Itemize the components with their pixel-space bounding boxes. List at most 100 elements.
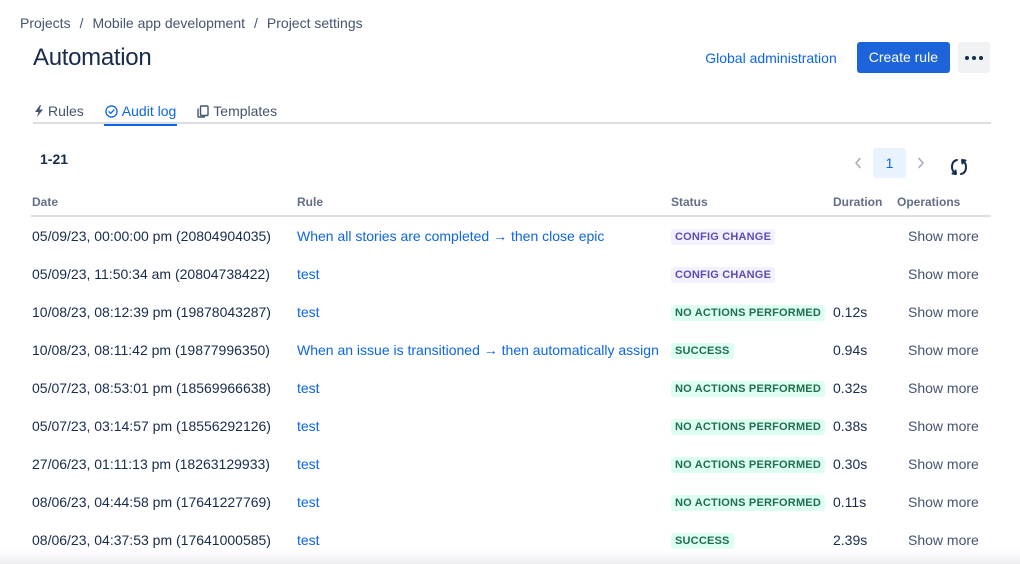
cell-rule: test (297, 456, 671, 472)
show-more-link[interactable]: Show more (897, 532, 991, 548)
cell-duration: 0.12s (833, 304, 868, 320)
show-more-link[interactable]: Show more (897, 456, 991, 472)
cell-duration: 0.11s (833, 494, 867, 510)
column-header-status[interactable]: Status (671, 195, 833, 209)
rule-link[interactable]: test (297, 304, 320, 320)
cell-duration: 0.38s (833, 418, 868, 434)
refresh-icon (950, 159, 968, 175)
status-badge: NO ACTIONS PERFORMED (671, 305, 825, 321)
cell-rule: test (297, 380, 671, 396)
cell-status: NO ACTIONS PERFORMED (671, 455, 833, 473)
show-more-link[interactable]: Show more (897, 494, 991, 510)
rule-link[interactable]: test (297, 380, 320, 396)
cell-rule: test (297, 304, 671, 320)
table-row: 10/08/23, 08:12:39 pm (19878043287) test N… (31, 293, 991, 331)
chevron-right-icon (918, 157, 924, 169)
status-badge: NO ACTIONS PERFORMED (671, 495, 825, 511)
table-header: Date Rule Status Duration Operations (31, 188, 991, 217)
result-range: 1-21 (40, 151, 69, 167)
cell-status: NO ACTIONS PERFORMED (671, 493, 833, 511)
show-more-link[interactable]: Show more (897, 266, 991, 282)
cell-date: 05/07/23, 03:14:57 pm (18556292126) (32, 418, 271, 434)
status-badge: SUCCESS (671, 343, 734, 359)
create-rule-button[interactable]: Create rule (856, 42, 950, 73)
tab-rules[interactable]: Rules (33, 98, 85, 124)
header-actions: Global administration Create rule (705, 42, 990, 73)
chevron-left-icon (855, 157, 861, 169)
cell-duration: 0.94s (833, 342, 868, 358)
cell-date: 27/06/23, 01:11:13 pm (18263129933) (32, 456, 270, 472)
show-more-link[interactable]: Show more (897, 380, 991, 396)
table-row: 05/09/23, 11:50:34 am (20804738422) test C… (31, 255, 991, 293)
cell-status: SUCCESS (671, 341, 833, 359)
cell-duration: 0.32s (833, 380, 868, 396)
cell-duration: 0.30s (833, 456, 868, 472)
rule-link[interactable]: test (297, 266, 320, 282)
cell-date: 10/08/23, 08:12:39 pm (19878043287) (32, 304, 271, 320)
cell-duration: 2.39s (833, 532, 868, 548)
table-row: 05/09/23, 00:00:00 pm (20804904035) When … (31, 217, 991, 255)
cell-date: 10/08/23, 08:11:42 pm (19877996350) (32, 342, 270, 358)
cell-date: 08/06/23, 04:37:53 pm (17641000585) (32, 532, 271, 548)
status-badge: NO ACTIONS PERFORMED (671, 457, 825, 473)
rule-link[interactable]: test (297, 532, 320, 548)
more-horizontal-icon (965, 55, 983, 60)
tab-templates[interactable]: Templates (196, 98, 278, 124)
next-page-button[interactable] (909, 148, 933, 178)
cell-date: 08/06/23, 04:44:58 pm (17641227769) (32, 494, 271, 510)
rule-link[interactable]: test (297, 456, 320, 472)
show-more-link[interactable]: Show more (897, 228, 991, 244)
cell-rule: test (297, 266, 671, 282)
column-header-rule[interactable]: Rule (297, 195, 671, 209)
rule-link[interactable]: When an issue is transitioned → then aut… (297, 342, 659, 358)
status-badge: CONFIG CHANGE (671, 229, 776, 245)
rule-link[interactable]: test (297, 494, 320, 510)
table-body: 05/09/23, 00:00:00 pm (20804904035) When … (31, 217, 991, 559)
breadcrumb-projects[interactable]: Projects (20, 15, 71, 31)
cell-rule: When an issue is transitioned → then aut… (297, 342, 671, 358)
page-button-current[interactable]: 1 (873, 148, 906, 178)
cell-date: 05/09/23, 00:00:00 pm (20804904035) (32, 228, 271, 244)
cell-status: NO ACTIONS PERFORMED (671, 379, 833, 397)
pagination: 1 (846, 148, 933, 178)
table-row: 10/08/23, 08:11:42 pm (19877996350) When … (31, 331, 991, 369)
table-row: 08/06/23, 04:37:53 pm (17641000585) test S… (31, 521, 991, 559)
cell-rule: When all stories are completed → then cl… (297, 228, 671, 244)
tab-label: Rules (48, 103, 84, 119)
column-header-duration[interactable]: Duration (833, 195, 897, 209)
table-row: 05/07/23, 08:53:01 pm (18569966638) test N… (31, 369, 991, 407)
cell-date: 05/09/23, 11:50:34 am (20804738422) (32, 266, 270, 282)
global-administration-link[interactable]: Global administration (705, 50, 837, 66)
breadcrumb-project-settings[interactable]: Project settings (267, 15, 363, 31)
cell-date: 05/07/23, 08:53:01 pm (18569966638) (32, 380, 271, 396)
check-circle-icon (105, 104, 118, 118)
tab-list: Rules Audit log Templates (33, 98, 991, 126)
status-badge: CONFIG CHANGE (671, 267, 776, 283)
breadcrumb-project[interactable]: Mobile app development (92, 15, 245, 31)
table-row: 05/07/23, 03:14:57 pm (18556292126) test N… (31, 407, 991, 445)
show-more-link[interactable]: Show more (897, 418, 991, 434)
cell-rule: test (297, 532, 671, 548)
rule-link[interactable]: When all stories are completed → then cl… (297, 228, 604, 244)
status-badge: SUCCESS (671, 533, 734, 549)
more-actions-button[interactable] (958, 42, 990, 73)
show-more-link[interactable]: Show more (897, 342, 991, 358)
refresh-button[interactable] (948, 156, 970, 178)
breadcrumb-separator: / (254, 15, 258, 31)
page-title: Automation (33, 44, 152, 71)
cell-status: CONFIG CHANGE (671, 265, 833, 283)
tab-label: Templates (213, 103, 278, 119)
show-more-link[interactable]: Show more (897, 304, 991, 320)
previous-page-button[interactable] (846, 148, 870, 178)
cell-rule: test (297, 418, 671, 434)
column-header-date[interactable]: Date (31, 195, 297, 209)
rule-link[interactable]: test (297, 418, 320, 434)
breadcrumb-separator: / (79, 15, 84, 31)
status-badge: NO ACTIONS PERFORMED (671, 381, 825, 397)
cell-status: CONFIG CHANGE (671, 227, 833, 245)
table-row: 08/06/23, 04:44:58 pm (17641227769) test N… (31, 483, 991, 521)
cell-status: NO ACTIONS PERFORMED (671, 303, 833, 321)
tab-audit-log[interactable]: Audit log (103, 98, 178, 126)
breadcrumb: Projects / Mobile app development / Proj… (20, 15, 363, 31)
table-row: 27/06/23, 01:11:13 pm (18263129933) test N… (31, 445, 991, 483)
